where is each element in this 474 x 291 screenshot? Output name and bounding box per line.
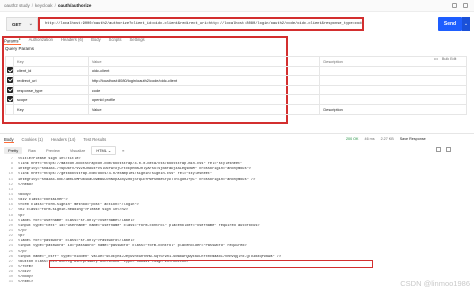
new-description-input[interactable]: Description <box>319 103 467 115</box>
checkbox[interactable] <box>7 96 13 103</box>
table-row: redirect_uri http://localhost:8080/login… <box>5 75 467 86</box>
params-header-row: Key Value Description <box>5 56 467 67</box>
breadcrumb-separator: / <box>31 3 34 8</box>
tab-test-results[interactable]: Test Results <box>83 137 106 143</box>
pane-divider[interactable] <box>0 133 474 134</box>
wrap-icon[interactable]: ≡ <box>118 147 128 154</box>
watermark: CSDN @linmoo1986 <box>400 279 470 288</box>
request-bar: GET ⌄ http://localhost:9000/oauth2/autho… <box>4 17 470 31</box>
param-value[interactable]: http://localhost:8080/login/oauth2/code/… <box>87 75 321 86</box>
breadcrumb-separator: / <box>54 3 56 8</box>
table-row: response_type code <box>5 84 467 96</box>
chevron-down-icon: ⌄ <box>28 21 33 27</box>
url-input[interactable]: http://localhost:9000/oauth2/authorize?c… <box>38 17 364 31</box>
save-icon[interactable] <box>452 3 457 8</box>
column-header-value: Value <box>87 56 321 67</box>
header-check-cell <box>5 56 14 67</box>
param-checkbox-cell <box>5 75 14 86</box>
tab-cookies[interactable]: Cookies (1) <box>22 137 43 143</box>
param-description[interactable] <box>319 75 467 86</box>
column-header-description: Description <box>319 56 467 67</box>
response-status: 200 OK 46 ms 2.27 KB Save Response <box>346 137 426 141</box>
tab-response-headers[interactable]: Headers (14) <box>51 137 75 143</box>
view-pretty[interactable]: Pretty <box>4 147 23 154</box>
new-value-input[interactable]: Value <box>87 103 321 115</box>
breadcrumb: oauth2 study / keycloak / oauth/authoriz… <box>0 0 474 12</box>
checkbox[interactable] <box>7 76 13 83</box>
param-description[interactable] <box>319 84 467 96</box>
param-value[interactable]: code <box>87 84 321 96</box>
params-table: Key Value Description client_id oidc-cli… <box>5 56 467 115</box>
view-raw[interactable]: Raw <box>24 147 40 154</box>
response-tabs: Body Cookies (1) Headers (14) Test Resul… <box>4 137 106 143</box>
query-params-title: Query Params <box>5 46 35 51</box>
send-options-chevron-icon[interactable]: ⌄ <box>462 17 470 31</box>
breadcrumb-item[interactable]: keycloak <box>35 3 53 8</box>
response-actions <box>436 147 451 152</box>
search-icon[interactable] <box>446 147 451 152</box>
view-mode-bar: Pretty Raw Preview Visualize HTML ⌄ ≡ <box>4 146 128 155</box>
line-number: 31 <box>8 280 13 285</box>
param-checkbox-cell <box>5 94 14 105</box>
param-key[interactable]: client_id <box>13 65 89 77</box>
param-checkbox-cell <box>5 65 14 77</box>
table-row: client_id oidc-client <box>5 65 467 77</box>
save-response-button[interactable]: Save Response <box>400 137 426 141</box>
param-checkbox-cell <box>5 84 14 96</box>
format-select[interactable]: HTML ⌄ <box>91 146 117 155</box>
param-key[interactable]: redirect_uri <box>13 75 89 86</box>
param-description[interactable] <box>319 65 467 77</box>
status-badge: 200 OK <box>346 137 359 141</box>
copy-icon[interactable] <box>436 147 441 152</box>
breadcrumb-current: oauth/authorize <box>57 3 92 8</box>
breadcrumb-item[interactable]: oauth2 study <box>4 3 30 8</box>
param-description[interactable] <box>319 94 467 105</box>
format-label: HTML <box>96 148 107 153</box>
response-code: 7 <title>Please sign in</title> 8 <link h… <box>0 157 474 291</box>
csrf-highlight-frame <box>49 260 373 268</box>
param-value[interactable]: openid profile <box>87 94 321 105</box>
param-key[interactable]: scope <box>13 94 89 105</box>
table-row-empty: Key Value Description <box>5 103 467 115</box>
new-key-input[interactable]: Key <box>13 103 89 115</box>
send-button[interactable]: Send <box>438 17 462 31</box>
column-header-key: Key <box>13 56 89 67</box>
param-value[interactable]: oidc-client <box>87 65 321 77</box>
param-key[interactable]: response_type <box>13 84 89 96</box>
response-size: 2.27 KB <box>380 137 394 141</box>
checkbox[interactable] <box>7 86 13 93</box>
code-text: </html> <box>18 280 34 285</box>
topbar-actions <box>452 3 468 8</box>
method-label: GET <box>12 21 22 27</box>
method-select[interactable]: GET ⌄ <box>6 17 38 31</box>
checkbox[interactable] <box>7 67 13 74</box>
param-checkbox-cell <box>5 103 14 115</box>
view-visualize[interactable]: Visualize <box>66 147 90 154</box>
share-icon[interactable] <box>463 3 468 8</box>
table-row: scope openid profile <box>5 94 467 105</box>
view-preview[interactable]: Preview <box>42 147 64 154</box>
response-time: 46 ms <box>364 137 375 141</box>
tab-response-body[interactable]: Body <box>4 137 14 143</box>
